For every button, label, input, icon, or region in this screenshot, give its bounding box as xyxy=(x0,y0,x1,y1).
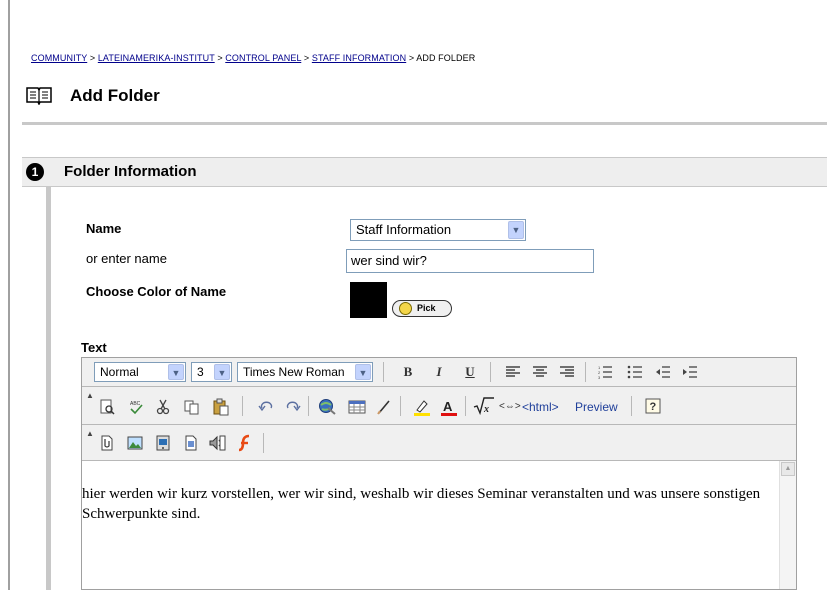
collapse-toolbar-icon[interactable]: ▲ xyxy=(86,391,94,400)
text-editor: Normal ▼ 3 ▼ Times New Roman ▼ B I U 123… xyxy=(81,357,797,590)
print-preview-icon[interactable] xyxy=(99,399,115,415)
folder-name-input[interactable]: wer sind wir? xyxy=(346,249,594,273)
insert-table-icon[interactable] xyxy=(348,399,366,415)
text-color-icon[interactable]: A xyxy=(440,398,458,416)
toolbar-separator xyxy=(263,433,264,453)
page-title: Add Folder xyxy=(70,86,160,105)
breadcrumb-current: ADD FOLDER xyxy=(416,53,476,63)
chevron-down-icon: ▼ xyxy=(214,364,230,380)
book-icon xyxy=(26,87,52,105)
collapse-toolbar-icon[interactable]: ▲ xyxy=(86,429,94,438)
help-icon[interactable]: ? xyxy=(645,398,661,414)
math-equation-icon[interactable]: x xyxy=(473,396,495,416)
chevron-down-icon: ▼ xyxy=(168,364,184,380)
bullet-list-icon[interactable] xyxy=(627,365,643,379)
font-size-select[interactable]: 3 ▼ xyxy=(191,362,232,382)
left-frame-border xyxy=(8,0,10,590)
undo-icon[interactable] xyxy=(258,399,274,415)
breadcrumb-lateinamerika-institut[interactable]: LATEINAMERIKA-INSTITUT xyxy=(98,53,215,63)
spell-check-icon[interactable]: ABC xyxy=(128,399,144,415)
svg-text:x: x xyxy=(483,404,489,415)
format-select[interactable]: Normal ▼ xyxy=(94,362,186,382)
source-code-icon[interactable]: <⇔> xyxy=(499,398,521,416)
toolbar-separator xyxy=(242,396,243,416)
pick-color-button[interactable]: Pick xyxy=(392,300,452,317)
breadcrumb-separator: > xyxy=(303,53,310,63)
numbered-list-icon[interactable]: 123 xyxy=(597,365,613,379)
copy-icon[interactable] xyxy=(184,399,200,415)
scroll-up-arrow[interactable]: ▲ xyxy=(781,462,795,476)
svg-text:?: ? xyxy=(650,401,657,413)
font-family-select-value: Times New Roman xyxy=(243,365,345,379)
underline-button[interactable]: U xyxy=(462,363,478,381)
toolbar-separator xyxy=(400,396,401,416)
toolbar-separator xyxy=(383,362,384,382)
editor-toolbar-row-1: Normal ▼ 3 ▼ Times New Roman ▼ B I U 123 xyxy=(82,358,796,387)
indent-icon[interactable] xyxy=(682,365,698,379)
breadcrumb-community[interactable]: COMMUNITY xyxy=(31,53,87,63)
toolbar-separator xyxy=(465,396,466,416)
palette-icon xyxy=(399,302,412,315)
color-swatch xyxy=(350,282,387,318)
choose-color-label: Choose Color of Name xyxy=(86,284,227,299)
section-indent-line xyxy=(46,187,51,590)
align-right-icon[interactable] xyxy=(559,365,575,379)
pick-button-label: Pick xyxy=(417,303,436,313)
chevron-down-icon: ▼ xyxy=(508,221,524,239)
italic-button[interactable]: I xyxy=(431,363,447,381)
section-title: Folder Information xyxy=(64,163,197,180)
breadcrumb: COMMUNITY > LATEINAMERIKA-INSTITUT > CON… xyxy=(31,53,475,63)
enter-name-label: or enter name xyxy=(86,251,167,266)
text-label: Text xyxy=(81,340,107,355)
breadcrumb-staff-information[interactable]: STAFF INFORMATION xyxy=(312,53,406,63)
editor-text: hier werden wir kurz vorstellen, wer wir… xyxy=(82,486,761,522)
svg-text:3: 3 xyxy=(598,375,601,379)
toolbar-separator xyxy=(585,362,586,382)
name-label: Name xyxy=(86,221,122,236)
editor-toolbar-row-2: ▲ ABC A x <⇔> <html> Preview ? xyxy=(82,387,796,425)
name-select-value: Staff Information xyxy=(356,222,452,237)
font-family-select[interactable]: Times New Roman ▼ xyxy=(237,362,373,382)
draw-icon[interactable] xyxy=(376,399,392,415)
editor-scrollbar[interactable]: ▲ xyxy=(779,461,796,589)
cut-icon[interactable] xyxy=(155,399,171,415)
svg-text:ABC: ABC xyxy=(130,401,141,407)
insert-media-icon[interactable] xyxy=(155,434,171,452)
editor-content-area[interactable]: hier werden wir kurz vorstellen, wer wir… xyxy=(82,461,796,589)
outdent-icon[interactable] xyxy=(655,365,671,379)
breadcrumb-separator: > xyxy=(217,53,223,63)
breadcrumb-control-panel[interactable]: CONTROL PANEL xyxy=(225,53,301,63)
toolbar-separator xyxy=(308,396,309,416)
preview-button[interactable]: Preview xyxy=(575,398,618,416)
step-number-badge: 1 xyxy=(26,163,44,181)
format-select-value: Normal xyxy=(100,365,139,379)
insert-image-icon[interactable] xyxy=(127,434,143,452)
insert-audio-icon[interactable] xyxy=(208,434,226,452)
redo-icon[interactable] xyxy=(285,399,301,415)
align-center-icon[interactable] xyxy=(532,365,548,379)
toolbar-separator xyxy=(490,362,491,382)
toolbar-separator xyxy=(631,396,632,416)
bold-button[interactable]: B xyxy=(400,363,416,381)
title-divider xyxy=(22,122,827,125)
align-left-icon[interactable] xyxy=(505,365,521,379)
chevron-down-icon: ▼ xyxy=(355,364,371,380)
insert-flash-icon[interactable] xyxy=(238,434,252,452)
insert-document-icon[interactable] xyxy=(183,434,199,452)
font-size-select-value: 3 xyxy=(197,365,204,379)
attach-file-icon[interactable] xyxy=(99,434,115,452)
svg-text:A: A xyxy=(443,399,453,414)
html-mode-button[interactable]: <html> xyxy=(522,398,559,416)
insert-link-icon[interactable] xyxy=(318,398,336,416)
paste-icon[interactable] xyxy=(212,398,230,416)
breadcrumb-separator: > xyxy=(408,53,415,63)
breadcrumb-separator: > xyxy=(89,53,96,63)
name-select[interactable]: Staff Information ▼ xyxy=(350,219,526,241)
editor-toolbar-row-3: ▲ xyxy=(82,425,796,461)
highlight-color-icon[interactable] xyxy=(413,398,431,416)
